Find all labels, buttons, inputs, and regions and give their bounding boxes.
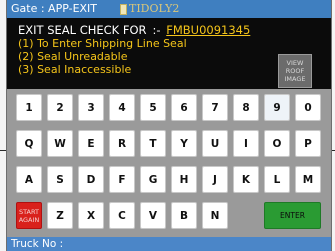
- kiosk-screen: Gate : APP-EXIT TIDOLY2 EXIT SEAL CHECK …: [0, 0, 335, 251]
- key-d[interactable]: D: [78, 166, 104, 193]
- key-g[interactable]: G: [140, 166, 166, 193]
- key-3[interactable]: 3: [78, 94, 104, 121]
- key-q[interactable]: Q: [16, 130, 42, 157]
- start-again-button[interactable]: START AGAIN: [16, 202, 42, 229]
- key-z[interactable]: Z: [47, 202, 73, 229]
- truck-number-label: Truck No :: [11, 238, 64, 250]
- option-shipping-line-seal: (1) To Enter Shipping Line Seal: [18, 37, 187, 50]
- key-b[interactable]: B: [171, 202, 197, 229]
- key-2[interactable]: 2: [47, 94, 73, 121]
- key-8[interactable]: 8: [233, 94, 259, 121]
- key-w[interactable]: W: [47, 130, 73, 157]
- key-m[interactable]: M: [295, 166, 321, 193]
- key-l[interactable]: L: [264, 166, 290, 193]
- option-seal-inaccessible: (3) Seal Inaccessible: [18, 63, 132, 76]
- option-seal-unreadable: (2) Seal Unreadable: [18, 50, 128, 63]
- key-s[interactable]: S: [47, 166, 73, 193]
- key-t[interactable]: T: [140, 130, 166, 157]
- key-9[interactable]: 9: [264, 94, 290, 121]
- key-n[interactable]: N: [202, 202, 228, 229]
- key-k[interactable]: K: [233, 166, 259, 193]
- key-e[interactable]: E: [78, 130, 104, 157]
- key-a[interactable]: A: [16, 166, 42, 193]
- status-bar: Truck No :: [7, 237, 331, 251]
- gate-label: Gate : APP-EXIT: [11, 2, 98, 15]
- key-r[interactable]: R: [109, 130, 135, 157]
- key-o[interactable]: O: [264, 130, 290, 157]
- seal-check-heading: EXIT SEAL CHECK FOR :- FMBU0091345: [18, 23, 250, 37]
- logo-icon: [120, 3, 127, 15]
- key-f[interactable]: F: [109, 166, 135, 193]
- heading-separator: :-: [152, 23, 161, 37]
- heading-prefix: EXIT SEAL CHECK FOR: [18, 23, 147, 37]
- key-c[interactable]: C: [109, 202, 135, 229]
- enter-button[interactable]: ENTER: [264, 202, 321, 229]
- key-5[interactable]: 5: [140, 94, 166, 121]
- key-p[interactable]: P: [295, 130, 321, 157]
- on-screen-keyboard: 1 2 3 4 5 6 7 8 9 0 Q W E R T Y U I O P …: [7, 89, 331, 237]
- title-bar: Gate : APP-EXIT TIDOLY2: [7, 0, 331, 18]
- key-x[interactable]: X: [78, 202, 104, 229]
- brand-logo: TIDOLY2: [120, 2, 179, 16]
- key-4[interactable]: 4: [109, 94, 135, 121]
- key-6[interactable]: 6: [171, 94, 197, 121]
- logo-text: TIDOLY2: [129, 2, 180, 15]
- key-i[interactable]: I: [233, 130, 259, 157]
- key-0[interactable]: 0: [295, 94, 321, 121]
- view-roof-image-button[interactable]: VIEW ROOF IMAGE: [278, 54, 312, 88]
- key-u[interactable]: U: [202, 130, 228, 157]
- seal-check-panel: EXIT SEAL CHECK FOR :- FMBU0091345 (1) To…: [7, 18, 331, 89]
- key-1[interactable]: 1: [16, 94, 42, 121]
- key-v[interactable]: V: [140, 202, 166, 229]
- key-y[interactable]: Y: [171, 130, 197, 157]
- key-h[interactable]: H: [171, 166, 197, 193]
- container-number: FMBU0091345: [166, 23, 251, 37]
- terminal-panel: Gate : APP-EXIT TIDOLY2 EXIT SEAL CHECK …: [6, 0, 332, 251]
- key-7[interactable]: 7: [202, 94, 228, 121]
- key-j[interactable]: J: [202, 166, 228, 193]
